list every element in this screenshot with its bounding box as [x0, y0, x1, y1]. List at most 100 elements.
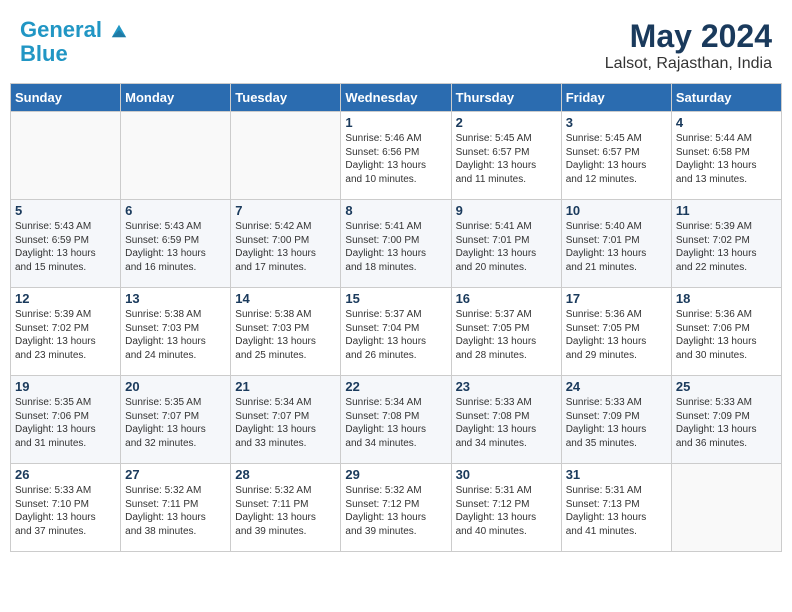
day-number: 31 — [566, 467, 667, 482]
calendar-cell: 10Sunrise: 5:40 AM Sunset: 7:01 PM Dayli… — [561, 200, 671, 288]
cell-content: Sunrise: 5:38 AM Sunset: 7:03 PM Dayligh… — [235, 308, 336, 362]
cell-content: Sunrise: 5:41 AM Sunset: 7:00 PM Dayligh… — [345, 220, 446, 274]
cell-content: Sunrise: 5:32 AM Sunset: 7:11 PM Dayligh… — [235, 484, 336, 538]
cell-content: Sunrise: 5:35 AM Sunset: 7:06 PM Dayligh… — [15, 396, 116, 450]
calendar-cell: 28 Sunrise: 5:32 AM Sunset: 7:11 PM Dayli… — [231, 464, 341, 552]
day-number: 5 — [15, 203, 116, 218]
calendar-cell: 31 Sunrise: 5:31 AM Sunset: 7:13 PM Dayli… — [561, 464, 671, 552]
day-number: 17 — [566, 291, 667, 306]
calendar-cell: 12 Sunrise: 5:39 AM Sunset: 7:02 PM Dayli… — [11, 288, 121, 376]
calendar-body: 1 Sunrise: 5:46 AM Sunset: 6:56 PM Daylig… — [11, 112, 782, 552]
calendar-cell: 22 Sunrise: 5:34 AM Sunset: 7:08 PM Dayli… — [341, 376, 451, 464]
day-number: 18 — [676, 291, 777, 306]
day-number: 11 — [676, 203, 777, 218]
logo-text: General — [20, 18, 128, 42]
calendar-cell: 14 Sunrise: 5:38 AM Sunset: 7:03 PM Dayli… — [231, 288, 341, 376]
calendar-week-row: 26 Sunrise: 5:33 AM Sunset: 7:10 PM Dayli… — [11, 464, 782, 552]
cell-content: Sunrise: 5:37 AM Sunset: 7:04 PM Dayligh… — [345, 308, 446, 362]
cell-content: Sunrise: 5:42 AM Sunset: 7:00 PM Dayligh… — [235, 220, 336, 274]
calendar-cell: 6 Sunrise: 5:43 AM Sunset: 6:59 PM Daylig… — [121, 200, 231, 288]
calendar-cell: 20 Sunrise: 5:35 AM Sunset: 7:07 PM Dayli… — [121, 376, 231, 464]
cell-content: Sunrise: 5:43 AM Sunset: 6:59 PM Dayligh… — [15, 220, 116, 274]
cell-content: Sunrise: 5:39 AM Sunset: 7:02 PM Dayligh… — [676, 220, 777, 274]
cell-content: Sunrise: 5:33 AM Sunset: 7:09 PM Dayligh… — [566, 396, 667, 450]
calendar-cell: 23Sunrise: 5:33 AM Sunset: 7:08 PM Dayli… — [451, 376, 561, 464]
page-header: General Blue May 2024 Lalsot, Rajasthan,… — [10, 10, 782, 77]
cell-content: Sunrise: 5:31 AM Sunset: 7:12 PM Dayligh… — [456, 484, 557, 538]
calendar-cell: 3 Sunrise: 5:45 AM Sunset: 6:57 PM Daylig… — [561, 112, 671, 200]
day-number: 14 — [235, 291, 336, 306]
day-number: 12 — [15, 291, 116, 306]
calendar-cell: 24 Sunrise: 5:33 AM Sunset: 7:09 PM Dayli… — [561, 376, 671, 464]
cell-content: Sunrise: 5:41 AM Sunset: 7:01 PM Dayligh… — [456, 220, 557, 274]
cell-content: Sunrise: 5:36 AM Sunset: 7:05 PM Dayligh… — [566, 308, 667, 362]
calendar-cell: 15 Sunrise: 5:37 AM Sunset: 7:04 PM Dayli… — [341, 288, 451, 376]
logo: General Blue — [20, 18, 128, 66]
day-number: 1 — [345, 115, 446, 130]
cell-content: Sunrise: 5:46 AM Sunset: 6:56 PM Dayligh… — [345, 132, 446, 186]
day-number: 15 — [345, 291, 446, 306]
day-number: 24 — [566, 379, 667, 394]
day-number: 29 — [345, 467, 446, 482]
calendar-cell: 18Sunrise: 5:36 AM Sunset: 7:06 PM Dayli… — [671, 288, 781, 376]
day-number: 2 — [456, 115, 557, 130]
calendar-cell: 5 Sunrise: 5:43 AM Sunset: 6:59 PM Daylig… — [11, 200, 121, 288]
calendar-cell: 26 Sunrise: 5:33 AM Sunset: 7:10 PM Dayli… — [11, 464, 121, 552]
calendar-day-header: Wednesday — [341, 84, 451, 112]
day-number: 4 — [676, 115, 777, 130]
calendar-day-header: Monday — [121, 84, 231, 112]
cell-content: Sunrise: 5:32 AM Sunset: 7:12 PM Dayligh… — [345, 484, 446, 538]
cell-content: Sunrise: 5:34 AM Sunset: 7:07 PM Dayligh… — [235, 396, 336, 450]
cell-content: Sunrise: 5:39 AM Sunset: 7:02 PM Dayligh… — [15, 308, 116, 362]
cell-content: Sunrise: 5:40 AM Sunset: 7:01 PM Dayligh… — [566, 220, 667, 274]
cell-content: Sunrise: 5:33 AM Sunset: 7:10 PM Dayligh… — [15, 484, 116, 538]
day-number: 23 — [456, 379, 557, 394]
calendar-header-row: SundayMondayTuesdayWednesdayThursdayFrid… — [11, 84, 782, 112]
calendar-cell — [121, 112, 231, 200]
day-number: 16 — [456, 291, 557, 306]
day-number: 22 — [345, 379, 446, 394]
calendar-cell: 16 Sunrise: 5:37 AM Sunset: 7:05 PM Dayli… — [451, 288, 561, 376]
cell-content: Sunrise: 5:45 AM Sunset: 6:57 PM Dayligh… — [566, 132, 667, 186]
calendar-day-header: Sunday — [11, 84, 121, 112]
calendar-cell: 2 Sunrise: 5:45 AM Sunset: 6:57 PM Daylig… — [451, 112, 561, 200]
calendar-cell: 27Sunrise: 5:32 AM Sunset: 7:11 PM Dayli… — [121, 464, 231, 552]
day-number: 19 — [15, 379, 116, 394]
calendar-cell: 11 Sunrise: 5:39 AM Sunset: 7:02 PM Dayli… — [671, 200, 781, 288]
calendar-cell: 1 Sunrise: 5:46 AM Sunset: 6:56 PM Daylig… — [341, 112, 451, 200]
cell-content: Sunrise: 5:31 AM Sunset: 7:13 PM Dayligh… — [566, 484, 667, 538]
day-number: 3 — [566, 115, 667, 130]
calendar-cell — [231, 112, 341, 200]
calendar-week-row: 19 Sunrise: 5:35 AM Sunset: 7:06 PM Dayli… — [11, 376, 782, 464]
location: Lalsot, Rajasthan, India — [605, 55, 772, 73]
cell-content: Sunrise: 5:45 AM Sunset: 6:57 PM Dayligh… — [456, 132, 557, 186]
cell-content: Sunrise: 5:33 AM Sunset: 7:09 PM Dayligh… — [676, 396, 777, 450]
day-number: 26 — [15, 467, 116, 482]
calendar-day-header: Saturday — [671, 84, 781, 112]
day-number: 20 — [125, 379, 226, 394]
day-number: 21 — [235, 379, 336, 394]
day-number: 27 — [125, 467, 226, 482]
calendar-cell: 9 Sunrise: 5:41 AM Sunset: 7:01 PM Daylig… — [451, 200, 561, 288]
day-number: 28 — [235, 467, 336, 482]
day-number: 30 — [456, 467, 557, 482]
cell-content: Sunrise: 5:35 AM Sunset: 7:07 PM Dayligh… — [125, 396, 226, 450]
calendar-cell: 29 Sunrise: 5:32 AM Sunset: 7:12 PM Dayli… — [341, 464, 451, 552]
calendar-week-row: 5 Sunrise: 5:43 AM Sunset: 6:59 PM Daylig… — [11, 200, 782, 288]
calendar-day-header: Tuesday — [231, 84, 341, 112]
calendar-cell: 4 Sunrise: 5:44 AM Sunset: 6:58 PM Daylig… — [671, 112, 781, 200]
day-number: 6 — [125, 203, 226, 218]
calendar-table: SundayMondayTuesdayWednesdayThursdayFrid… — [10, 83, 782, 552]
day-number: 8 — [345, 203, 446, 218]
cell-content: Sunrise: 5:37 AM Sunset: 7:05 PM Dayligh… — [456, 308, 557, 362]
calendar-day-header: Thursday — [451, 84, 561, 112]
calendar-week-row: 1 Sunrise: 5:46 AM Sunset: 6:56 PM Daylig… — [11, 112, 782, 200]
cell-content: Sunrise: 5:44 AM Sunset: 6:58 PM Dayligh… — [676, 132, 777, 186]
cell-content: Sunrise: 5:34 AM Sunset: 7:08 PM Dayligh… — [345, 396, 446, 450]
cell-content: Sunrise: 5:43 AM Sunset: 6:59 PM Dayligh… — [125, 220, 226, 274]
day-number: 9 — [456, 203, 557, 218]
day-number: 25 — [676, 379, 777, 394]
logo-blue: Blue — [20, 42, 128, 66]
calendar-week-row: 12 Sunrise: 5:39 AM Sunset: 7:02 PM Dayli… — [11, 288, 782, 376]
calendar-cell: 17 Sunrise: 5:36 AM Sunset: 7:05 PM Dayli… — [561, 288, 671, 376]
